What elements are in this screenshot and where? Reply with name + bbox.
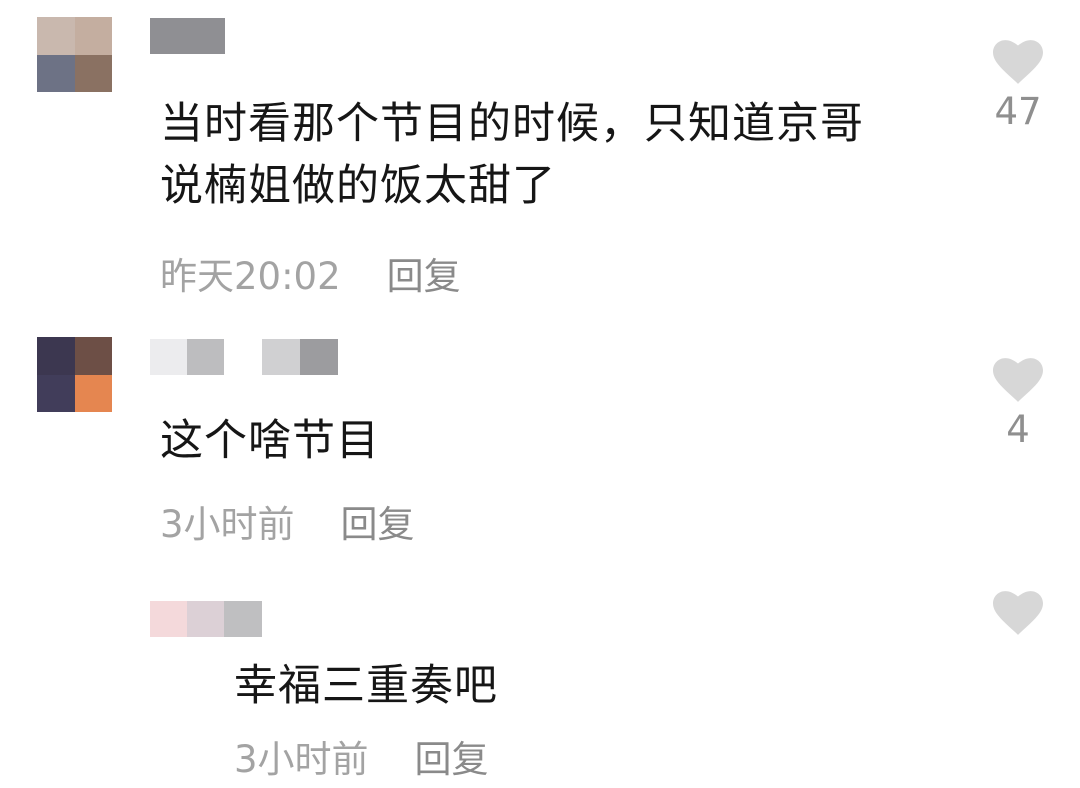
username-blurred[interactable] [150, 601, 262, 637]
like-button[interactable] [988, 591, 1048, 635]
comment-text-line: 幸福三重奏吧 [234, 661, 498, 711]
reply-button[interactable]: 回复 [415, 738, 489, 781]
comment-time: 3小时前 [234, 738, 369, 781]
heart-icon [993, 591, 1043, 635]
reply-item: 幸福三重奏吧 3小时前 回复 [0, 0, 1080, 788]
comment-text: 幸福三重奏吧 [234, 655, 934, 717]
comment-meta: 3小时前 回复 [234, 738, 489, 782]
